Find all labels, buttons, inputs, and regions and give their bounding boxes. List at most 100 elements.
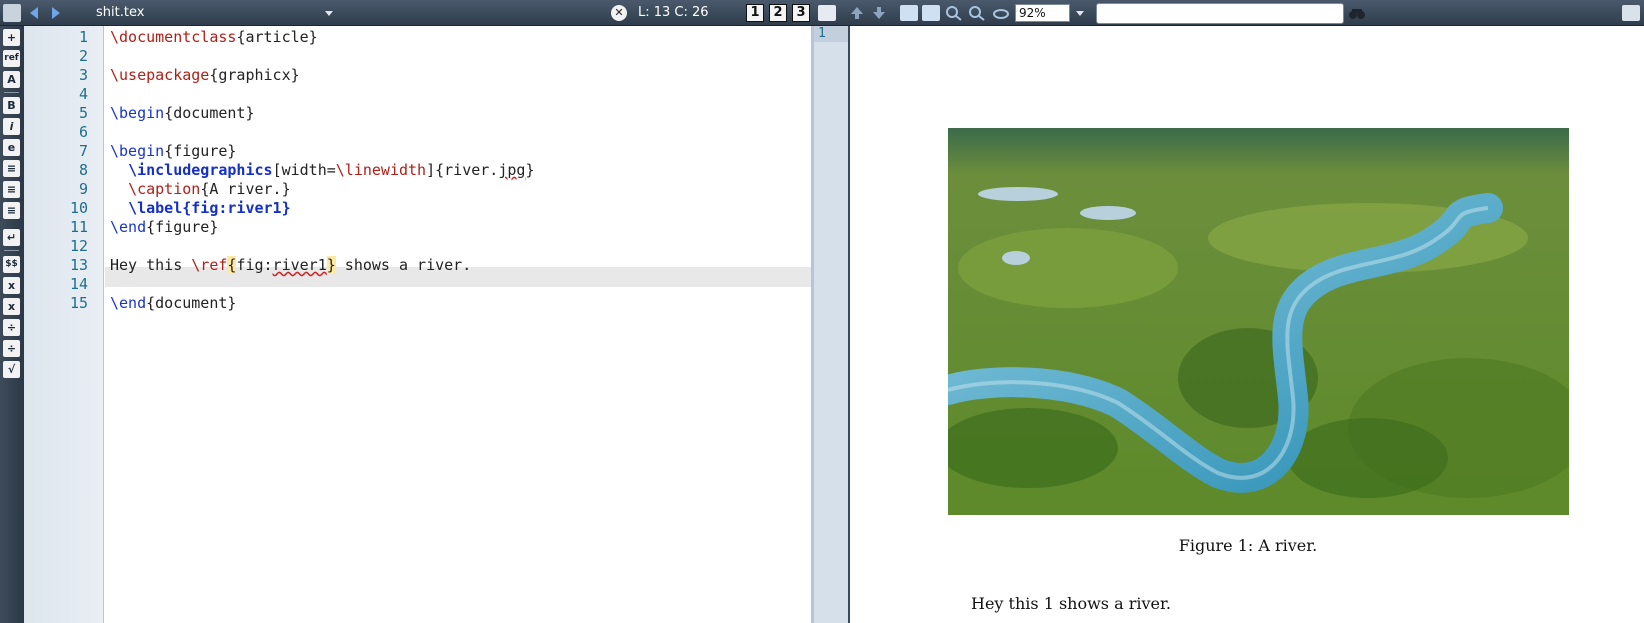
code-line[interactable]: \documentclass{article} bbox=[110, 27, 318, 47]
toolbar-separator bbox=[4, 92, 19, 93]
fit-width-icon[interactable] bbox=[900, 5, 918, 21]
code-line[interactable]: \usepackage{graphicx} bbox=[110, 65, 300, 85]
latex-command: \caption bbox=[128, 180, 201, 198]
line-number: 3 bbox=[78, 66, 88, 84]
code-line[interactable]: \end{figure} bbox=[110, 217, 218, 237]
latex-argument: } bbox=[525, 161, 535, 179]
zoom-in-icon[interactable] bbox=[945, 5, 963, 21]
latex-argument: {graphicx} bbox=[209, 66, 300, 84]
line-number: 7 bbox=[78, 142, 88, 160]
latex-argument: fig: bbox=[236, 256, 273, 274]
latex-command: \includegraphics bbox=[128, 161, 273, 179]
latex-command: \end bbox=[110, 218, 147, 236]
open-file-name[interactable]: shit.tex bbox=[96, 5, 144, 20]
line-number: 4 bbox=[78, 85, 88, 103]
page-down-icon[interactable] bbox=[870, 5, 888, 21]
plain-text: Hey this bbox=[110, 256, 192, 274]
latex-command: \end bbox=[110, 294, 147, 312]
latex-argument: {figure} bbox=[164, 142, 237, 160]
zoom-level[interactable]: 92% bbox=[1015, 4, 1070, 22]
pdf-body-text: Hey this 1 shows a river. bbox=[971, 594, 1171, 613]
structure-icon[interactable] bbox=[3, 4, 21, 22]
insert-env-icon[interactable]: + bbox=[3, 29, 20, 46]
pdf-line-number: 1 bbox=[818, 26, 826, 41]
spellcheck-word: jpg bbox=[498, 161, 526, 179]
line-number: 13 bbox=[69, 256, 88, 274]
fit-page-icon[interactable] bbox=[922, 5, 940, 21]
latex-command: \linewidth bbox=[335, 161, 427, 179]
file-dropdown-icon[interactable] bbox=[325, 11, 333, 16]
latex-argument: {article} bbox=[236, 28, 318, 46]
latex-argument: {figure} bbox=[146, 218, 219, 236]
latex-option: [width= bbox=[272, 161, 336, 179]
ref-icon[interactable]: ref bbox=[3, 50, 20, 67]
back-arrow-icon[interactable] bbox=[30, 7, 38, 19]
line-number: 6 bbox=[78, 123, 88, 141]
emphasis-icon[interactable]: e bbox=[3, 139, 20, 156]
align-left-icon[interactable]: ≡ bbox=[3, 160, 20, 177]
latex-command: \begin bbox=[110, 142, 165, 160]
river-figure-image bbox=[948, 128, 1569, 515]
figure-caption: Figure 1: A river. bbox=[1178, 536, 1318, 555]
math-mode-icon[interactable]: $$ bbox=[3, 256, 20, 273]
latex-command: \usepackage bbox=[110, 66, 210, 84]
plain-text: shows a river. bbox=[335, 256, 472, 274]
align-center-icon[interactable]: ≡ bbox=[3, 181, 20, 198]
code-line[interactable]: \label{fig:river1} bbox=[110, 198, 291, 218]
latex-argument: {A river.} bbox=[200, 180, 291, 198]
line-number: 2 bbox=[78, 47, 88, 65]
zoom-out-icon[interactable] bbox=[968, 5, 986, 21]
label-icon[interactable]: A bbox=[3, 71, 20, 88]
cursor-position: L: 13 C: 26 bbox=[638, 5, 709, 20]
line-number: 9 bbox=[78, 180, 88, 198]
subscript-icon[interactable]: x bbox=[3, 277, 20, 294]
sqrt-icon[interactable]: √ bbox=[3, 361, 20, 378]
page-up-icon[interactable] bbox=[848, 5, 866, 21]
code-line[interactable]: \begin{figure} bbox=[110, 141, 236, 161]
toc-icon[interactable] bbox=[818, 5, 836, 21]
line-number: 10 bbox=[69, 199, 88, 217]
latex-command: \begin bbox=[110, 104, 165, 122]
zoom-dropdown-icon[interactable] bbox=[1076, 11, 1084, 16]
view-1-button[interactable]: 1 bbox=[746, 4, 764, 22]
code-line[interactable]: \begin{document} bbox=[110, 103, 255, 123]
top-toolbar: shit.tex ✕ L: 13 C: 26 1 2 3 92% bbox=[0, 0, 1644, 26]
line-number: 8 bbox=[78, 161, 88, 179]
matched-brace: } bbox=[326, 256, 336, 274]
latex-command: \label{fig:river1} bbox=[128, 199, 291, 217]
latex-command: \ref bbox=[191, 256, 228, 274]
forward-arrow-icon[interactable] bbox=[52, 7, 60, 19]
dfrac-icon[interactable]: ÷ bbox=[3, 340, 20, 357]
code-editor[interactable]: \documentclass{article} \usepackage{grap… bbox=[105, 26, 811, 623]
latex-command: \documentclass bbox=[110, 28, 237, 46]
pdf-page[interactable]: Figure 1: A river. Hey this 1 shows a ri… bbox=[852, 26, 1644, 623]
view-2-button[interactable]: 2 bbox=[769, 4, 787, 22]
view-3-button[interactable]: 3 bbox=[792, 4, 810, 22]
magnifier-icon[interactable] bbox=[992, 5, 1010, 21]
align-right-icon[interactable]: ≡ bbox=[3, 202, 20, 219]
latex-argument: ]{river. bbox=[426, 161, 499, 179]
italic-icon[interactable]: i bbox=[3, 118, 20, 135]
binoculars-icon[interactable] bbox=[1348, 5, 1366, 21]
code-line[interactable]: \caption{A river.} bbox=[110, 179, 291, 199]
code-line-current[interactable]: Hey this \ref{fig:river1} shows a river. bbox=[110, 255, 471, 275]
line-number: 14 bbox=[69, 275, 88, 293]
code-line[interactable]: \end{document} bbox=[110, 293, 236, 313]
line-number: 5 bbox=[78, 104, 88, 122]
line-number-gutter: 1 2 3 4 5 6 7 8 9 10 11 12 13 14 15 bbox=[24, 26, 104, 623]
superscript-icon[interactable]: x bbox=[3, 298, 20, 315]
close-file-icon[interactable]: ✕ bbox=[611, 5, 627, 21]
latex-argument: {document} bbox=[164, 104, 255, 122]
newline-icon[interactable]: ↵ bbox=[3, 229, 20, 246]
fraction-icon[interactable]: ÷ bbox=[3, 319, 20, 336]
pdf-search-input[interactable] bbox=[1096, 3, 1344, 24]
spellcheck-word: river1 bbox=[272, 256, 327, 274]
print-icon[interactable] bbox=[1622, 5, 1640, 21]
line-number: 15 bbox=[69, 294, 88, 312]
toolbar-separator bbox=[4, 250, 19, 251]
code-line[interactable]: \includegraphics[width=\linewidth]{river… bbox=[110, 160, 534, 180]
bold-icon[interactable]: B bbox=[3, 97, 20, 114]
